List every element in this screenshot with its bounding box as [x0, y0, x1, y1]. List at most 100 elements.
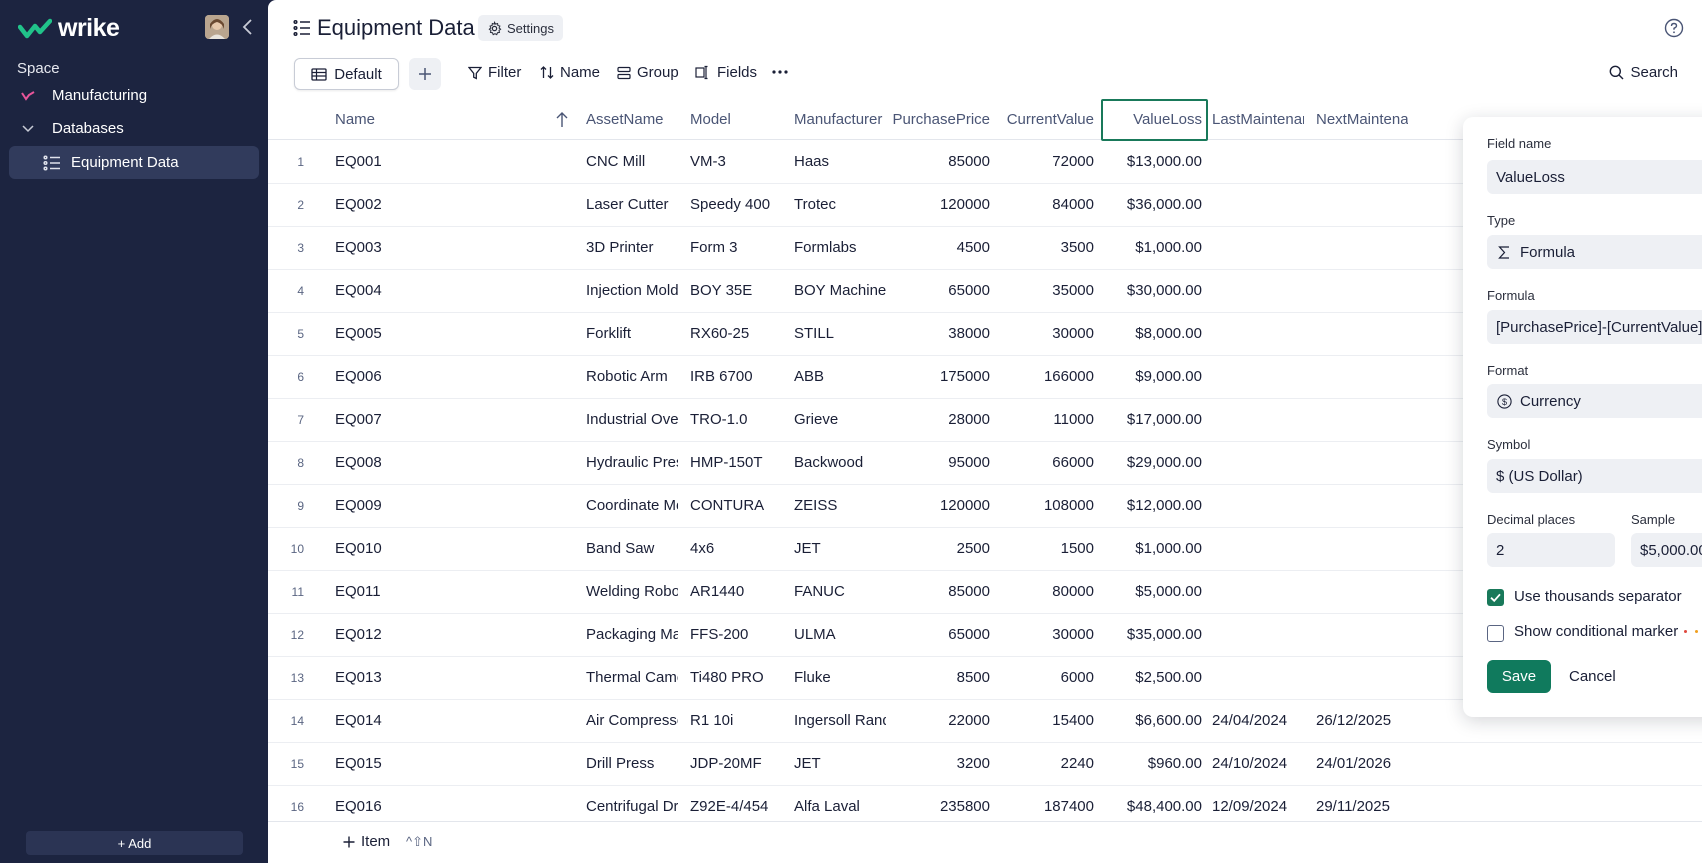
cell-currentvalue[interactable]: 2240 — [996, 755, 1094, 772]
cell-model[interactable]: FFS-200 — [690, 626, 782, 643]
cell-currentvalue[interactable]: 66000 — [996, 454, 1094, 471]
cell-purchaseprice[interactable]: 85000 — [888, 583, 990, 600]
cell-valueloss[interactable]: $12,000.00 — [1102, 497, 1202, 514]
sidebar-item-equipment-data[interactable]: Equipment Data — [9, 146, 259, 179]
conditional-marker-checkbox[interactable] — [1487, 625, 1504, 642]
cell-model[interactable]: Form 3 — [690, 239, 782, 256]
cell-valueloss[interactable]: $48,400.00 — [1102, 798, 1202, 815]
cell-purchaseprice[interactable]: 28000 — [888, 411, 990, 428]
sidebar-item-manufacturing[interactable]: Manufacturing — [9, 79, 259, 112]
cell-manufacturer[interactable]: Haas — [794, 153, 886, 170]
cell-model[interactable]: BOY 35E — [690, 282, 782, 299]
cell-name[interactable]: EQ013 — [335, 669, 535, 686]
cell-purchaseprice[interactable]: 175000 — [888, 368, 990, 385]
decimal-places-input[interactable]: 2 — [1487, 533, 1615, 567]
cell-manufacturer[interactable]: ZEISS — [794, 497, 886, 514]
cell-assetname[interactable]: Air Compressor — [586, 712, 678, 729]
cell-model[interactable]: RX60-25 — [690, 325, 782, 342]
cell-purchaseprice[interactable]: 38000 — [888, 325, 990, 342]
cell-name[interactable]: EQ016 — [335, 798, 535, 815]
cell-name[interactable]: EQ004 — [335, 282, 535, 299]
cell-valueloss[interactable]: $9,000.00 — [1102, 368, 1202, 385]
cell-manufacturer[interactable]: ULMA — [794, 626, 886, 643]
cell-assetname[interactable]: Packaging Machine — [586, 626, 678, 643]
cell-model[interactable]: IRB 6700 — [690, 368, 782, 385]
cell-assetname[interactable]: Forklift — [586, 325, 678, 342]
cell-valueloss[interactable]: $35,000.00 — [1102, 626, 1202, 643]
cell-purchaseprice[interactable]: 95000 — [888, 454, 990, 471]
column-header-name[interactable]: Name — [335, 111, 495, 128]
cell-nextmaintenance[interactable]: 26/12/2025 — [1316, 712, 1408, 729]
cell-model[interactable]: Ti480 PRO — [690, 669, 782, 686]
cell-name[interactable]: EQ006 — [335, 368, 535, 385]
cell-manufacturer[interactable]: FANUC — [794, 583, 886, 600]
cell-currentvalue[interactable]: 35000 — [996, 282, 1094, 299]
cell-currentvalue[interactable]: 166000 — [996, 368, 1094, 385]
cell-valueloss[interactable]: $2,500.00 — [1102, 669, 1202, 686]
cell-name[interactable]: EQ005 — [335, 325, 535, 342]
cell-assetname[interactable]: Drill Press — [586, 755, 678, 772]
settings-button[interactable]: Settings — [478, 15, 563, 41]
add-item-button[interactable]: Item — [343, 833, 390, 850]
table-row[interactable]: 15 EQ015 Drill Press JDP-20MF JET 3200 2240 $96… — [268, 743, 1702, 786]
cell-name[interactable]: EQ010 — [335, 540, 535, 557]
group-button[interactable]: Group — [617, 64, 679, 81]
cell-model[interactable]: TRO-1.0 — [690, 411, 782, 428]
cell-valueloss[interactable]: $6,600.00 — [1102, 712, 1202, 729]
cell-name[interactable]: EQ008 — [335, 454, 535, 471]
cell-assetname[interactable]: 3D Printer — [586, 239, 678, 256]
cell-manufacturer[interactable]: BOY Machines — [794, 282, 886, 299]
cell-model[interactable]: HMP-150T — [690, 454, 782, 471]
cell-currentvalue[interactable]: 1500 — [996, 540, 1094, 557]
column-header-model[interactable]: Model — [690, 111, 782, 128]
cell-lastmaintenance[interactable]: 12/09/2024 — [1212, 798, 1304, 815]
cell-currentvalue[interactable]: 30000 — [996, 325, 1094, 342]
cell-manufacturer[interactable]: Grieve — [794, 411, 886, 428]
cell-nextmaintenance[interactable]: 29/11/2025 — [1316, 798, 1408, 815]
cell-assetname[interactable]: Thermal Camera — [586, 669, 678, 686]
cell-valueloss[interactable]: $1,000.00 — [1102, 239, 1202, 256]
cell-manufacturer[interactable]: Fluke — [794, 669, 886, 686]
cell-manufacturer[interactable]: Alfa Laval — [794, 798, 886, 815]
chevron-down-icon[interactable] — [17, 118, 39, 140]
cell-assetname[interactable]: Coordinate Measuring — [586, 497, 678, 514]
cell-currentvalue[interactable]: 3500 — [996, 239, 1094, 256]
cell-purchaseprice[interactable]: 235800 — [888, 798, 990, 815]
cell-currentvalue[interactable]: 6000 — [996, 669, 1094, 686]
cell-currentvalue[interactable]: 11000 — [996, 411, 1094, 428]
help-icon[interactable] — [1664, 18, 1684, 38]
more-options-button[interactable] — [772, 70, 788, 74]
wrike-logo[interactable]: wrike — [18, 14, 120, 43]
sidebar-item-databases[interactable]: Databases — [9, 112, 259, 145]
cell-valueloss[interactable]: $36,000.00 — [1102, 196, 1202, 213]
cell-model[interactable]: R1 10i — [690, 712, 782, 729]
cell-valueloss[interactable]: $5,000.00 — [1102, 583, 1202, 600]
cell-name[interactable]: EQ009 — [335, 497, 535, 514]
view-default-button[interactable]: Default — [294, 58, 399, 90]
cell-purchaseprice[interactable]: 65000 — [888, 626, 990, 643]
sort-button[interactable]: Name — [540, 64, 600, 81]
cell-manufacturer[interactable]: Formlabs — [794, 239, 886, 256]
cell-purchaseprice[interactable]: 8500 — [888, 669, 990, 686]
cell-currentvalue[interactable]: 84000 — [996, 196, 1094, 213]
cancel-button[interactable]: Cancel — [1569, 668, 1616, 685]
column-header-valueloss[interactable]: ValueLoss — [1104, 111, 1202, 128]
type-select[interactable]: Formula — [1487, 235, 1702, 269]
cell-name[interactable]: EQ007 — [335, 411, 535, 428]
column-header-currentvalue[interactable]: CurrentValue — [996, 111, 1094, 128]
cell-assetname[interactable]: Industrial Oven — [586, 411, 678, 428]
cell-currentvalue[interactable]: 30000 — [996, 626, 1094, 643]
cell-lastmaintenance[interactable]: 24/10/2024 — [1212, 755, 1304, 772]
cell-name[interactable]: EQ003 — [335, 239, 535, 256]
cell-manufacturer[interactable]: ABB — [794, 368, 886, 385]
column-header-assetname[interactable]: AssetName — [586, 111, 678, 128]
cell-assetname[interactable]: Centrifugal Dryer — [586, 798, 678, 815]
cell-manufacturer[interactable]: Ingersoll Rand — [794, 712, 886, 729]
cell-manufacturer[interactable]: Trotec — [794, 196, 886, 213]
cell-manufacturer[interactable]: JET — [794, 540, 886, 557]
cell-valueloss[interactable]: $960.00 — [1102, 755, 1202, 772]
cell-assetname[interactable]: Hydraulic Press — [586, 454, 678, 471]
thousands-separator-checkbox[interactable] — [1487, 589, 1504, 606]
formula-input[interactable]: [PurchasePrice]-[CurrentValue] — [1487, 310, 1702, 344]
column-header-manufacturer[interactable]: Manufacturer — [794, 111, 886, 128]
